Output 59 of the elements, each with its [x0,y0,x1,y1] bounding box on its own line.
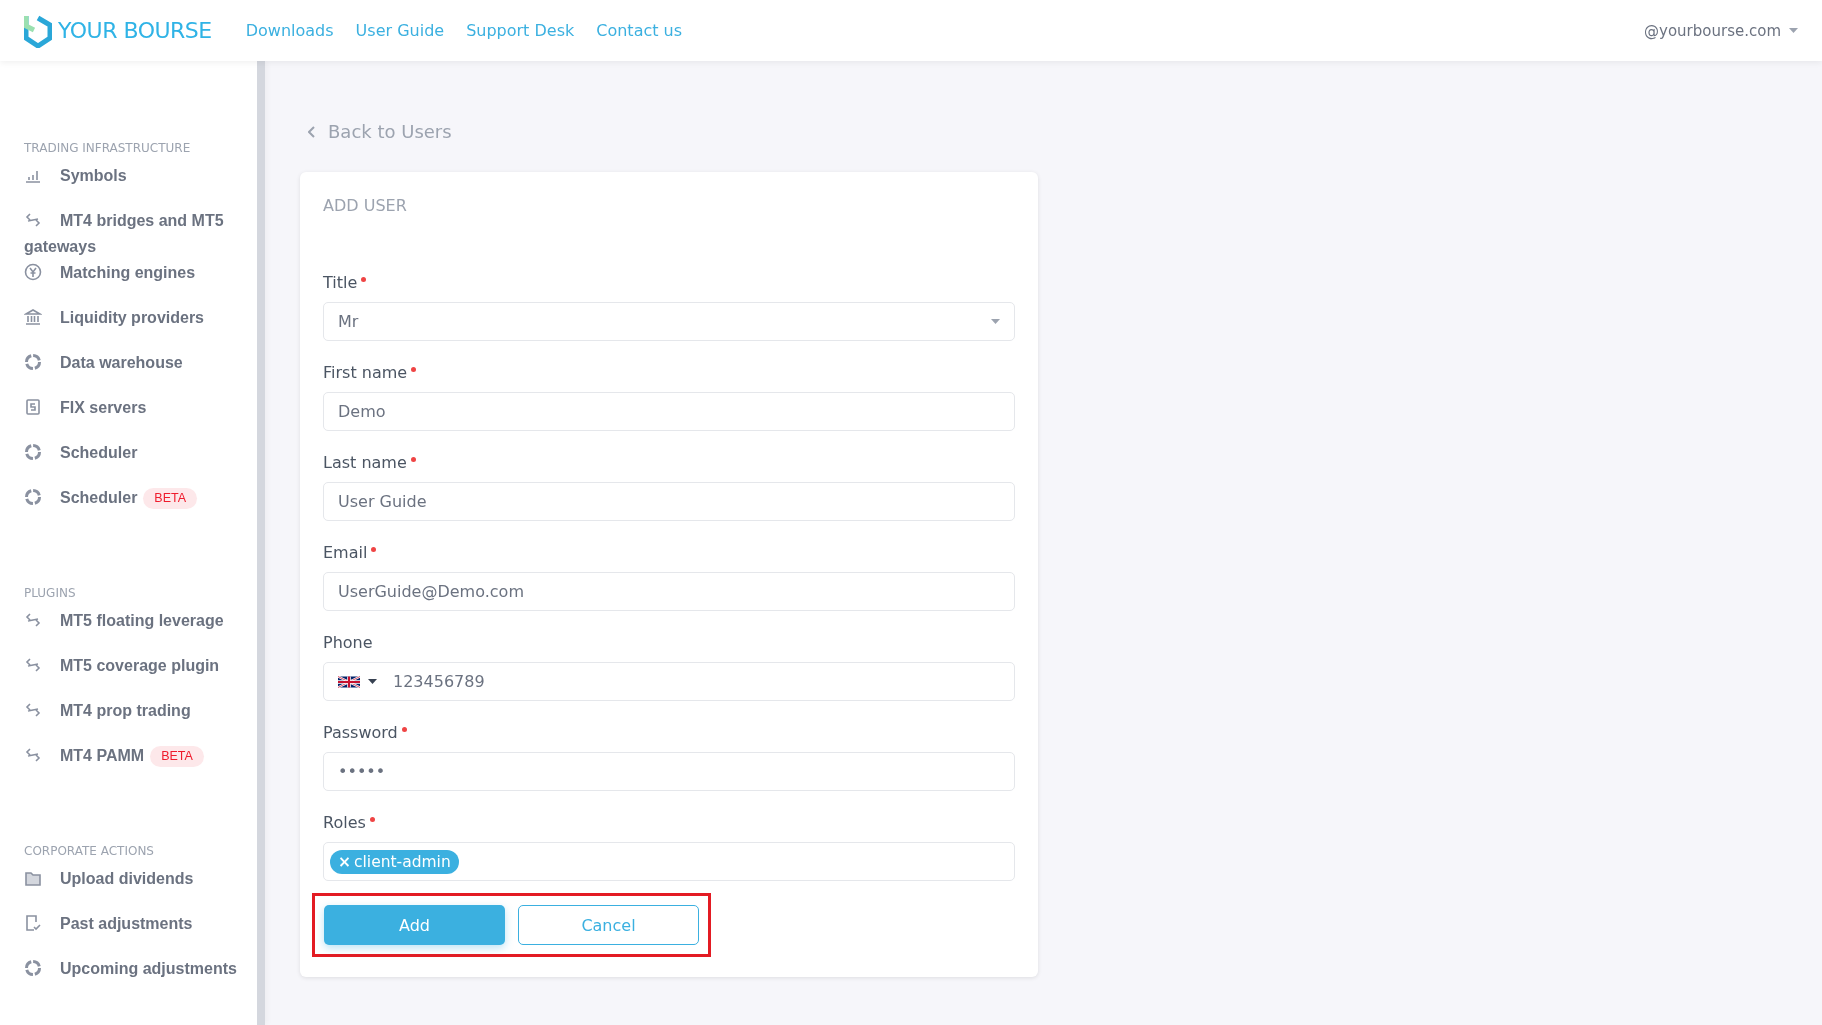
sidebar-item[interactable]: MT5 floating leverage [0,608,257,653]
sidebar-item[interactable]: Scheduler BETA [0,485,257,530]
nav-link[interactable]: Support Desk [466,21,575,40]
ring-icon [24,488,42,506]
ring-icon [24,443,42,461]
sidebar-item[interactable]: Upcoming adjustments [0,956,257,1001]
field-label: Password [323,723,398,742]
field-label: First name [323,363,408,382]
account-menu[interactable]: @yourbourse.com [1644,21,1798,40]
beta-badge: BETA [150,746,204,768]
sidebar-item[interactable]: Liquidity providers [0,305,257,350]
caret-icon [368,679,377,684]
sidebar-item[interactable]: Scheduler [0,440,257,485]
sidebar-item[interactable]: MT5 coverage plugin [0,653,257,698]
sidebar-item[interactable]: Upload dividends [0,866,257,911]
role-tag[interactable]: × client-admin [330,849,459,874]
roles-field[interactable]: × client-admin [323,842,1015,881]
field-label: Last name [323,453,407,472]
title-select[interactable]: Mr [323,302,1015,341]
sidebar-item[interactable]: MT4 PAMM BETA [0,743,257,788]
nav-link[interactable]: Contact us [596,21,683,40]
chevron-left-icon [308,125,316,138]
nav-link[interactable]: Downloads [245,21,334,40]
sidebar-item[interactable]: MT4 prop trading [0,698,257,743]
beta-badge: BETA [143,488,198,510]
form-title: ADD USER [323,196,408,215]
caret-icon [991,319,1000,324]
section-title: PLUGINS [23,586,77,600]
section-title: CORPORATE ACTIONS [23,844,155,858]
field-label: Roles [323,813,366,832]
document-icon [24,398,42,416]
field-label: Title [323,273,358,292]
input-field[interactable]: User Guide [323,482,1015,521]
password-field[interactable]: ••••• [323,752,1015,791]
folder-icon [24,869,42,887]
logo-text: YOUR BOURSE [58,18,212,43]
ring-icon [24,959,42,977]
hexagon-logo-icon [24,13,52,48]
bank-icon [24,308,42,326]
sidebar-item[interactable]: FIX servers [0,395,257,440]
ring-icon [24,353,42,371]
sidebar-item[interactable]: MT4 bridges and MT5 gateways [0,208,257,260]
cancel-button[interactable]: Cancel [518,905,699,945]
phone-field[interactable]: 123456789 [323,662,1015,701]
sidebar-item[interactable]: Matching engines [0,260,257,305]
field-label: Email [323,543,368,562]
uk-flag-icon[interactable] [338,674,360,689]
field-label: Phone [323,633,373,652]
caret-icon [1789,28,1798,33]
input-field[interactable]: Demo [323,392,1015,431]
add-button[interactable]: Add [324,905,505,945]
section-title: TRADING INFRASTRUCTURE [23,141,192,155]
document-check-icon [24,914,42,932]
sidebar-item[interactable]: Past adjustments [0,911,257,956]
nav-link[interactable]: User Guide [355,21,445,40]
sidebar-item[interactable]: Data warehouse [0,350,257,395]
sidebar-item[interactable]: Symbols [0,163,257,208]
yen-coin-icon [24,263,42,281]
input-field[interactable]: UserGuide@Demo.com [323,572,1015,611]
